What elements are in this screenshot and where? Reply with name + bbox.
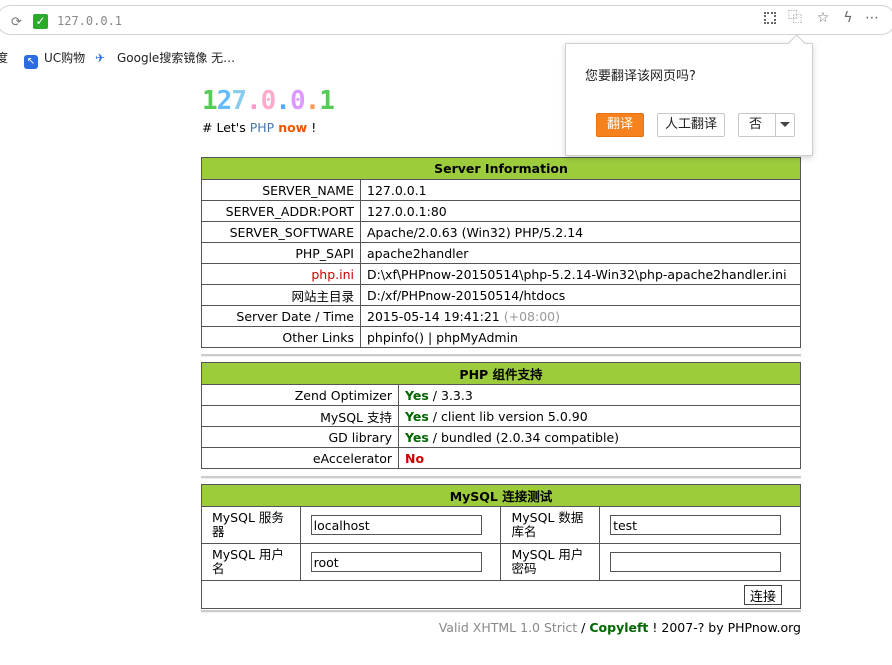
mysql-server-label: MySQL 服务器 (201, 506, 301, 544)
translate-question: 您要翻译该网页吗? (585, 69, 696, 84)
phpinfo-link[interactable]: phpinfo() (367, 330, 424, 345)
table-row: MySQL 支持 Yes / client lib version 5.0.90 (201, 405, 801, 427)
translate-popup: 您要翻译该网页吗? 翻译 人工翻译 否 (565, 43, 813, 156)
uc-icon: ↖ (24, 55, 38, 69)
secure-check-icon[interactable]: ✓ (33, 14, 48, 29)
table-row: SERVER_NAME 127.0.0.1 (201, 179, 801, 201)
table-row: GD library Yes / bundled (2.0.34 compatib… (201, 426, 801, 448)
more-icon[interactable]: ⋯ (864, 10, 880, 26)
status-badge: Yes (405, 408, 429, 424)
no-label: 否 (749, 117, 763, 132)
mysql-test-title: MySQL 连接测试 (201, 484, 801, 507)
tagline: # Let's PHP now ! (202, 120, 317, 135)
mysql-database-input[interactable] (610, 515, 782, 535)
logo-char: . (275, 86, 291, 116)
table-row: PHP_SAPI apache2handler (201, 242, 801, 264)
phpini-label: php.ini (201, 263, 361, 285)
phpmyadmin-link[interactable]: phpMyAdmin (436, 330, 518, 345)
translate-button[interactable]: 翻译 (596, 113, 644, 137)
table-row: 网站主目录 D:/xf/PHPnow-20150514/htdocs (201, 284, 801, 306)
chevron-down-icon[interactable] (780, 122, 790, 127)
status-badge: Yes (405, 429, 429, 445)
human-translate-button[interactable]: 人工翻译 (657, 113, 725, 137)
mysql-test-table: MySQL 连接测试 MySQL 服务器 MySQL 数据库名 MySQL 用户… (201, 484, 801, 609)
bookmark-item-google-mirror[interactable]: ✈ Google搜索镜像 无… (95, 49, 235, 66)
divider (201, 476, 801, 479)
table-row: SERVER_ADDR:PORT 127.0.0.1:80 (201, 200, 801, 222)
logo-char: . (304, 86, 321, 116)
php-components-table: PHP 组件支持 Zend Optimizer Yes / 3.3.3 MySQL… (201, 362, 801, 469)
table-row: SERVER_SOFTWARE Apache/2.0.63 (Win32) PHP… (201, 221, 801, 243)
logo-char: 1 (319, 86, 335, 116)
mysql-user-label: MySQL 用户名 (201, 543, 301, 581)
mysql-password-label: MySQL 用户密码 (500, 543, 601, 581)
table-row: Zend Optimizer Yes / 3.3.3 (201, 384, 801, 406)
bookmark-star-icon[interactable]: ☆ (815, 10, 831, 26)
mysql-server-input[interactable] (310, 515, 482, 535)
logo-char: 2 (216, 86, 233, 116)
copyleft-link[interactable]: Copyleft (589, 620, 648, 635)
table-row: Server Date / Time 2015-05-14 19:41:21 (+… (201, 305, 801, 327)
bird-icon: ✈ (95, 51, 106, 65)
loading-icon[interactable]: ⟳ (11, 15, 22, 30)
table-row: eAccelerator No (201, 447, 801, 469)
status-badge: No (405, 450, 425, 466)
server-info-title: Server Information (201, 157, 801, 180)
status-badge: Yes (405, 387, 429, 403)
table-row: php.ini D:\xf\PHPnow-20150514\php-5.2.14-… (201, 263, 801, 285)
mysql-database-label: MySQL 数据库名 (500, 506, 601, 544)
table-row: MySQL 用户名 MySQL 用户密码 (201, 543, 801, 581)
mysql-user-input[interactable] (310, 552, 482, 572)
bookmark-item-uc[interactable]: ↖ UC购物 (24, 49, 85, 69)
mysql-password-input[interactable] (610, 552, 782, 572)
lightning-icon[interactable]: ϟ (840, 10, 856, 26)
no-translate-dropdown[interactable]: 否 (738, 113, 795, 137)
logo-char: 0 (260, 86, 277, 116)
url-text[interactable]: 127.0.0.1 (57, 14, 122, 28)
logo-char: 0 (289, 86, 306, 116)
translate-icon[interactable]: ⿻ (787, 10, 803, 26)
table-row: Other Links phpinfo() | phpMyAdmin (201, 326, 801, 348)
divider (201, 354, 801, 357)
bookmark-item[interactable]: 度 (0, 49, 8, 66)
connect-button[interactable]: 连接 (743, 584, 782, 605)
footer: Valid XHTML 1.0 Strict / Copyleft ! 2007… (438, 620, 801, 635)
address-bar[interactable]: ⟳ ✓ 127.0.0.1 (0, 5, 892, 35)
logo-char: . (245, 86, 262, 116)
valid-xhtml-link[interactable]: Valid XHTML 1.0 Strict (439, 620, 578, 635)
table-row: MySQL 服务器 MySQL 数据库名 (201, 506, 801, 544)
logo: 127.0.0.1 (202, 86, 335, 116)
php-components-title: PHP 组件支持 (201, 362, 801, 385)
logo-char: 1 (202, 86, 218, 116)
qr-code-icon[interactable] (762, 10, 778, 26)
divider (201, 610, 801, 613)
timezone-offset: (+08:00) (503, 308, 560, 324)
server-info-table: Server Information SERVER_NAME 127.0.0.1 … (201, 157, 801, 348)
logo-char: 7 (231, 86, 247, 116)
